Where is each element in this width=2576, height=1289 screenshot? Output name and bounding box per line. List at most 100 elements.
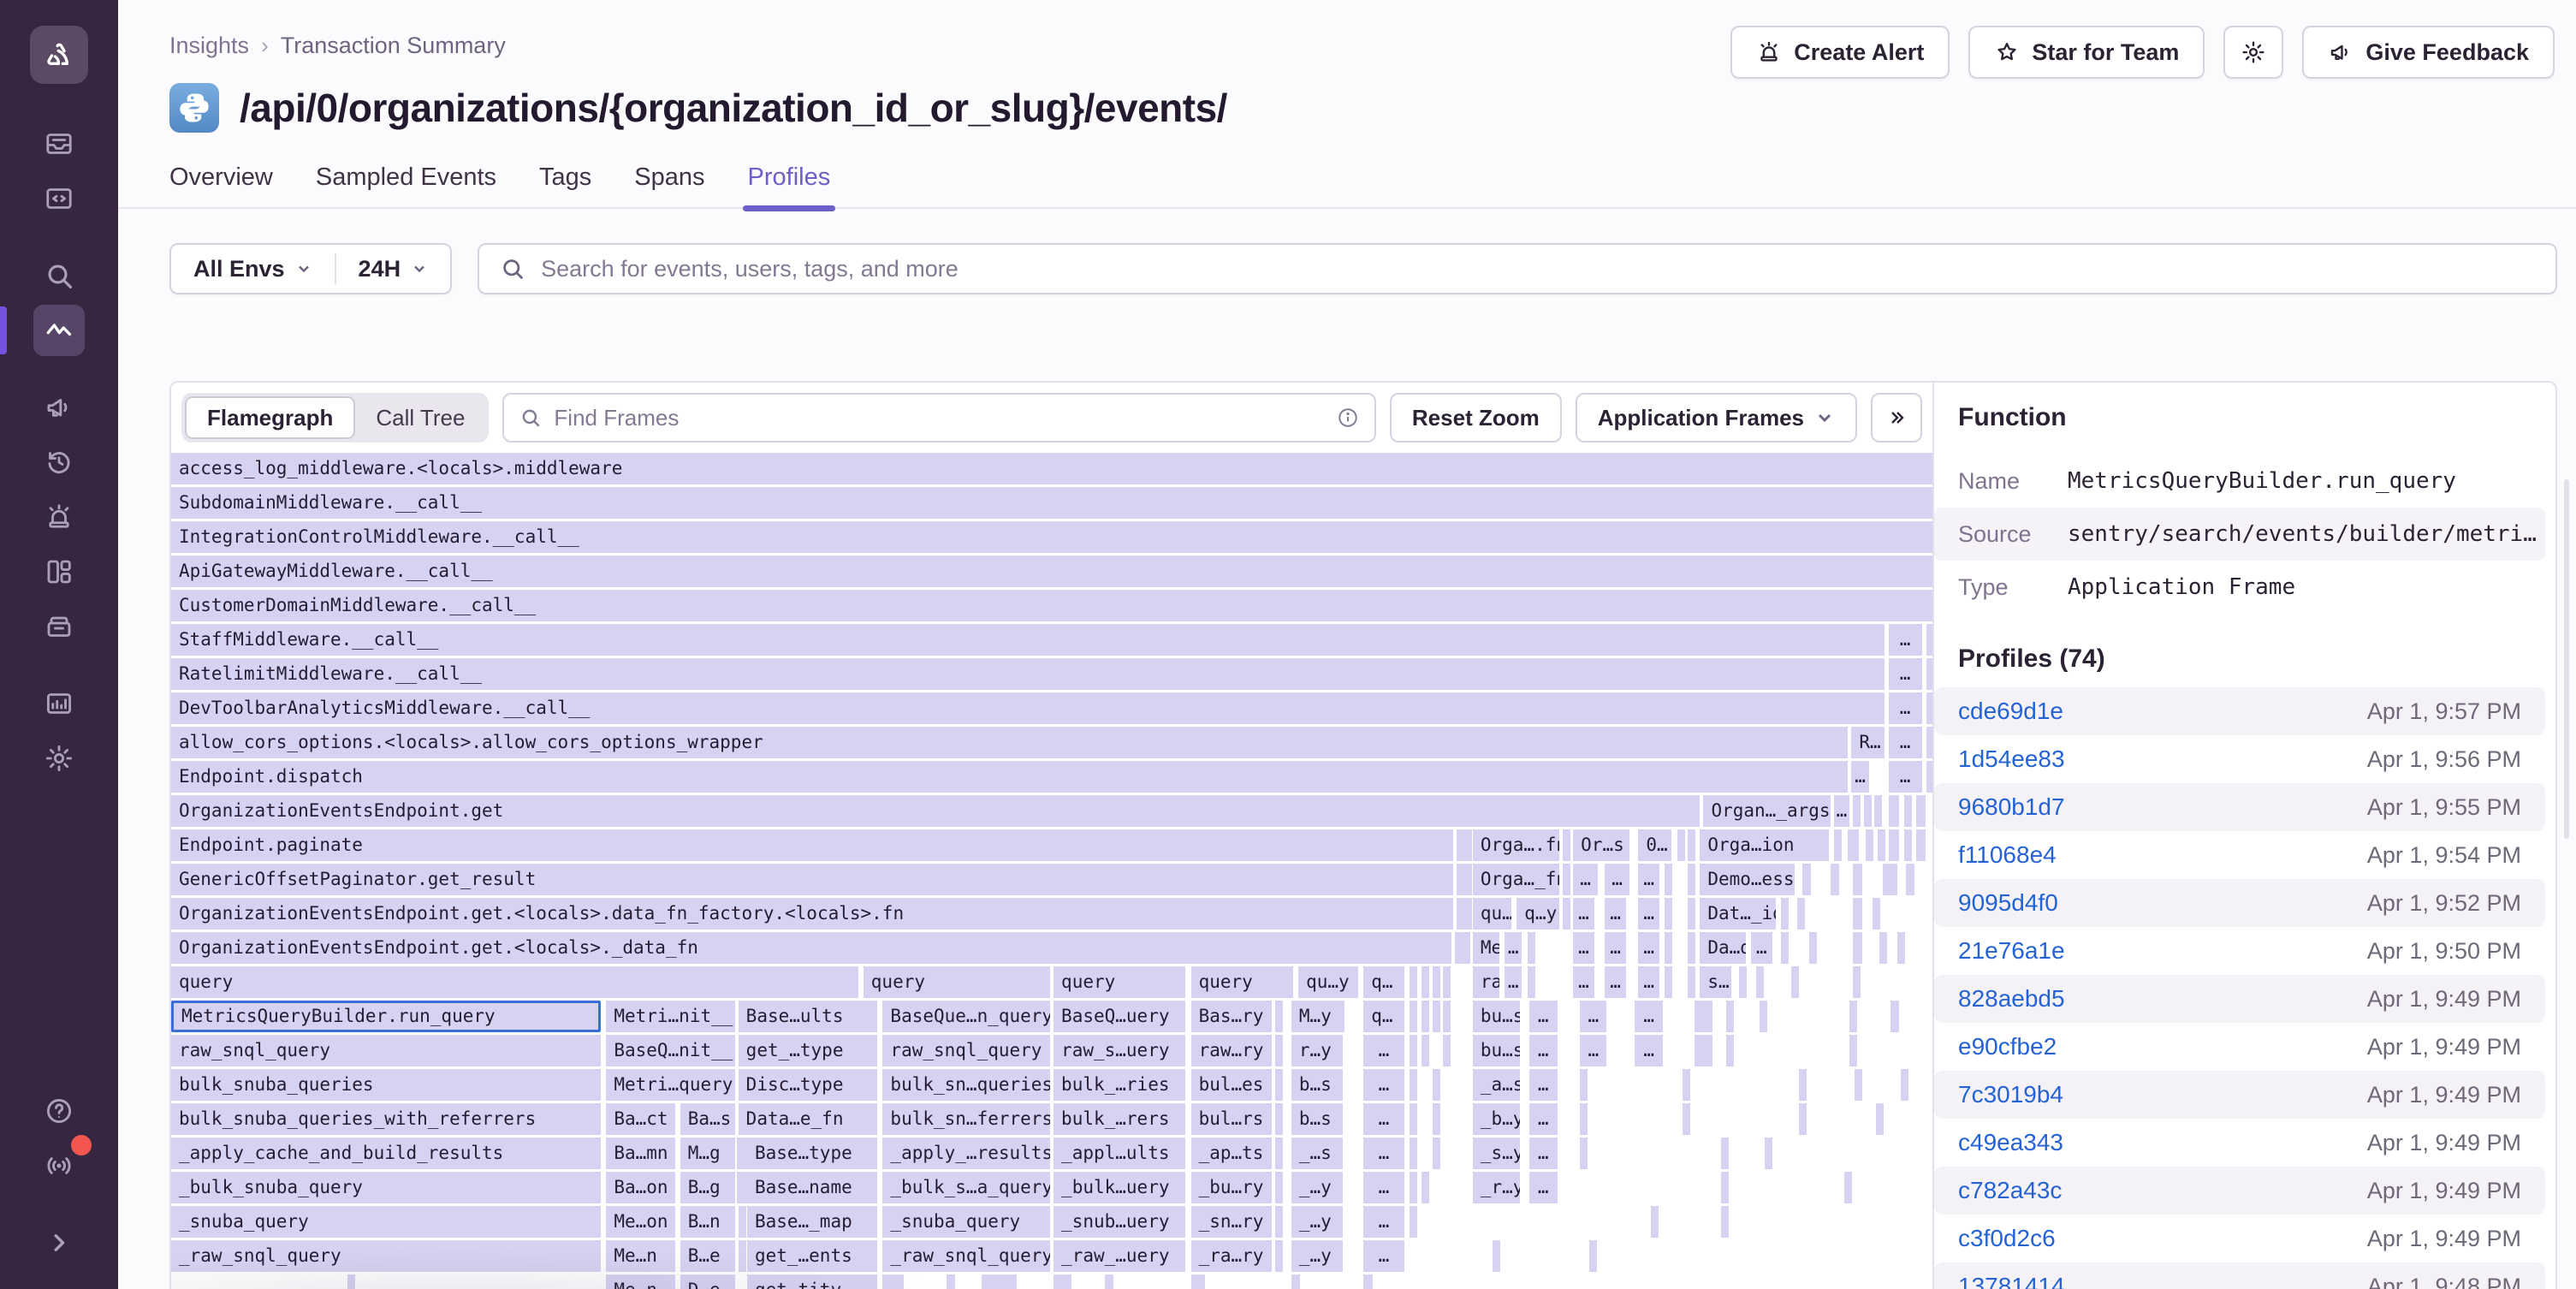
sidebar-item-search[interactable] [33,250,85,301]
flame-frame[interactable] [1848,829,1858,861]
flame-frame[interactable] [1410,1069,1417,1101]
flame-frame[interactable]: allow_cors_options.<locals>.allow_cors_o… [171,727,1848,758]
flame-frame[interactable] [882,1274,904,1289]
flame-frame[interactable] [1563,898,1570,930]
flame-frame[interactable] [1853,864,1861,895]
flame-frame[interactable]: Da…d [1700,932,1746,964]
flame-frame[interactable]: … [1605,864,1629,895]
flame-frame[interactable] [1443,1035,1451,1066]
flame-frame[interactable]: _r…y [1473,1172,1521,1203]
flame-frame[interactable] [1275,1103,1283,1135]
sidebar-item-broadcast[interactable] [33,1140,85,1191]
flame-frame[interactable]: _…y [1291,1206,1343,1238]
flame-frame[interactable] [1275,1001,1283,1032]
flame-frame[interactable] [1781,898,1789,930]
flame-frame[interactable] [1291,1274,1300,1289]
flame-frame[interactable] [1756,966,1764,998]
flame-frame[interactable] [1665,932,1672,964]
flame-frame[interactable]: … [1751,932,1772,964]
flame-frame[interactable]: Orga…ion [1700,829,1828,861]
flame-frame[interactable] [1890,1001,1899,1032]
flame-frame[interactable] [1791,966,1799,998]
settings-button[interactable] [2223,26,2283,79]
flame-frame[interactable]: Me…y [1473,932,1499,964]
flame-frame[interactable] [1866,829,1873,861]
flame-frame[interactable]: … [1605,898,1626,930]
flame-frame[interactable]: RatelimitMiddleware.__call__ [171,658,1885,690]
flame-frame[interactable]: bulk_snuba_queries_with_referrers [171,1103,601,1135]
flame-frame[interactable] [1926,624,1932,656]
sidebar-item-releases[interactable] [33,601,85,652]
flame-frame[interactable]: query [1054,966,1185,998]
flame-frame[interactable]: query [171,966,858,998]
flame-frame[interactable] [1721,1172,1729,1203]
flame-frame[interactable]: ApiGatewayMiddleware.__call__ [171,555,1932,587]
flame-frame[interactable]: Endpoint.paginate [171,829,1453,861]
flame-frame[interactable]: Metri…nit__ [606,1001,734,1032]
flame-frame[interactable] [1695,1035,1712,1066]
flame-frame[interactable]: raw_snql_query [171,1035,601,1066]
flame-frame[interactable] [1721,1206,1729,1238]
flame-frame[interactable] [1688,966,1695,998]
flame-frame[interactable]: Ba…on [606,1172,674,1203]
flame-frame[interactable] [1410,1138,1417,1169]
flame-frame[interactable]: M…y [1291,1001,1344,1032]
flame-frame[interactable]: Dat…_id [1700,898,1775,930]
flame-frame[interactable]: Base…_map [747,1206,877,1238]
flame-frame[interactable]: Orga….fn [1473,829,1559,861]
flame-frame[interactable] [1683,1069,1690,1101]
flame-frame[interactable] [739,1240,746,1272]
flame-frame[interactable] [1797,898,1805,930]
flame-frame[interactable]: … [982,1274,1017,1289]
flame-frame[interactable]: Ba…ct [606,1103,674,1135]
flame-frame[interactable]: _raw_snql_query [171,1240,601,1272]
flame-frame[interactable] [1739,966,1747,998]
view-mode-call-tree[interactable]: Call Tree [355,396,485,439]
flame-frame[interactable] [1433,1001,1440,1032]
flame-frame[interactable] [1926,761,1932,793]
flame-frame[interactable] [1410,1206,1417,1238]
flame-frame[interactable]: get_…ents [747,1240,877,1272]
flame-frame[interactable]: IntegrationControlMiddleware.__call__ [171,521,1932,553]
flame-frame[interactable] [1275,1035,1283,1066]
flame-frame[interactable] [1688,864,1695,895]
flame-frame[interactable] [1695,1001,1712,1032]
flame-frame[interactable]: Metri…query [606,1069,734,1101]
flame-frame[interactable]: OrganizationEventsEndpoint.get.<locals>.… [171,898,1453,930]
flame-frame[interactable] [1463,932,1470,964]
flame-frame[interactable]: … [1573,966,1594,998]
sidebar-item-replay[interactable] [33,437,85,488]
flame-frame[interactable] [1726,1035,1734,1066]
flame-frame[interactable] [1528,932,1535,964]
flame-frame[interactable] [347,1274,355,1289]
flame-frame[interactable]: … [1363,1206,1404,1238]
flame-frame[interactable] [1464,898,1472,930]
flame-frame[interactable] [1853,795,1861,827]
flame-frame[interactable] [1422,1001,1429,1032]
search-input[interactable] [541,256,2535,282]
flame-frame[interactable]: Base…name [747,1172,877,1203]
flame-frame[interactable]: … [1635,1035,1663,1066]
flame-frame[interactable]: GenericOffsetPaginator.get_result [171,864,1453,895]
flame-frame[interactable]: _ap…ts [1191,1138,1273,1169]
flame-frame[interactable] [1809,932,1817,964]
flame-frame[interactable]: … [1580,1001,1606,1032]
flame-frame[interactable] [1853,966,1861,998]
flame-frame[interactable]: r…y [1291,1035,1343,1066]
flame-frame[interactable] [1589,1240,1597,1272]
find-frames-input[interactable] [554,405,1324,431]
flame-frame[interactable]: bulk_sn…ferrers [882,1103,1050,1135]
tab-tags[interactable]: Tags [539,163,591,209]
flame-frame[interactable]: … [1363,1138,1404,1169]
flame-frame[interactable]: Or…s [1573,829,1629,861]
flame-frame[interactable] [1410,966,1417,998]
flame-frame[interactable]: … [1889,658,1922,690]
flame-frame[interactable]: _a…s [1473,1069,1521,1101]
flame-frame[interactable]: _…y [1291,1172,1343,1203]
flame-frame[interactable]: … [1529,1172,1558,1203]
flame-frame[interactable] [1410,1035,1417,1066]
flame-frame[interactable]: M…g [680,1138,735,1169]
flame-frame[interactable]: … [1638,864,1659,895]
flame-frame[interactable] [1781,932,1789,964]
flame-frame[interactable]: Endpoint.dispatch [171,761,1848,793]
